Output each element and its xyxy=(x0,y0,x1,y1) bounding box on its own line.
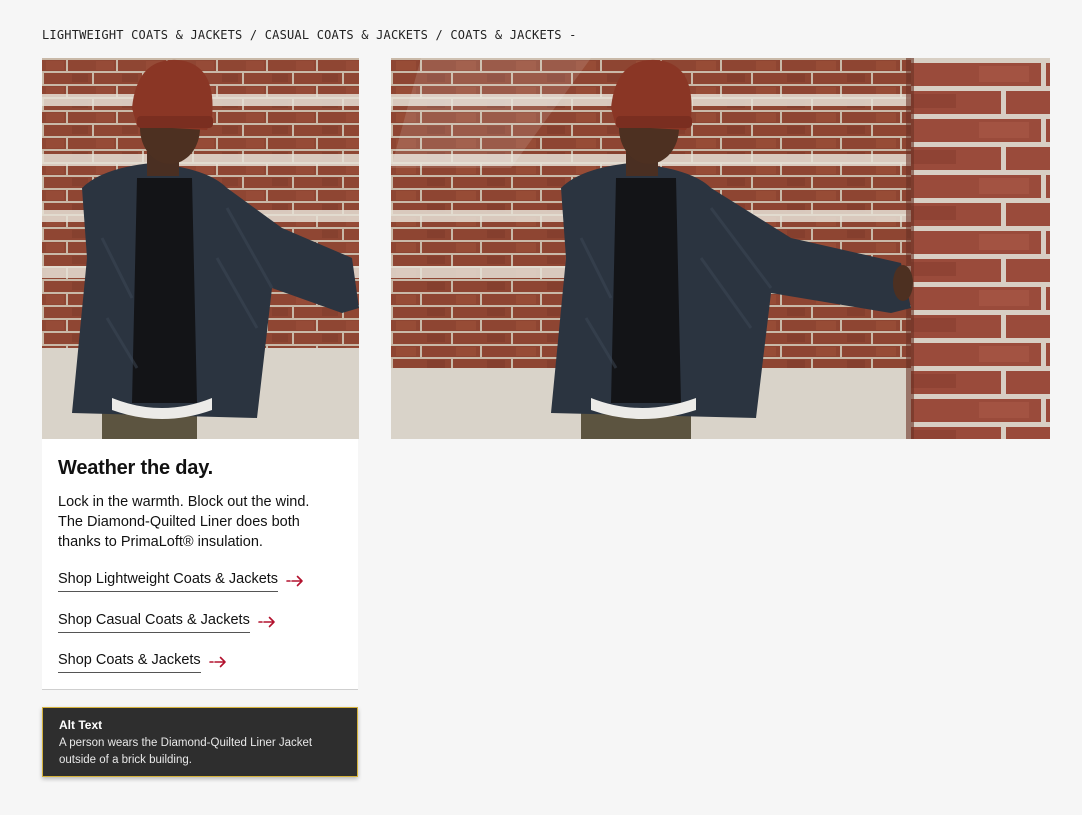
link-label[interactable]: Shop Casual Coats & Jackets xyxy=(58,612,250,633)
breadcrumb: LIGHTWEIGHT COATS & JACKETS / CASUAL COA… xyxy=(42,28,577,42)
alt-text-panel: Alt Text A person wears the Diamond-Quil… xyxy=(42,707,358,777)
arrow-right-icon xyxy=(208,655,227,667)
shop-casual-link[interactable]: Shop Casual Coats & Jackets xyxy=(58,612,276,633)
card-headline: Weather the day. xyxy=(58,457,213,479)
arrow-right-icon xyxy=(286,574,304,586)
hero-image-right xyxy=(391,58,1050,439)
shop-coats-link[interactable]: Shop Coats & Jackets xyxy=(58,652,227,673)
link-label[interactable]: Shop Lightweight Coats & Jackets xyxy=(58,571,279,592)
arrow-right-icon xyxy=(258,615,276,627)
content-card: Weather the day. Lock in the warmth. Blo… xyxy=(42,439,358,690)
shop-lightweight-link[interactable]: Shop Lightweight Coats & Jackets xyxy=(58,571,304,592)
alt-text-description: A person wears the Diamond-Quilted Liner… xyxy=(59,737,313,766)
card-body: Lock in the warmth. Block out the wind. … xyxy=(58,494,310,550)
hero-image-left xyxy=(42,58,359,439)
alt-text-title: Alt Text xyxy=(59,718,103,732)
link-label[interactable]: Shop Coats & Jackets xyxy=(58,652,201,673)
